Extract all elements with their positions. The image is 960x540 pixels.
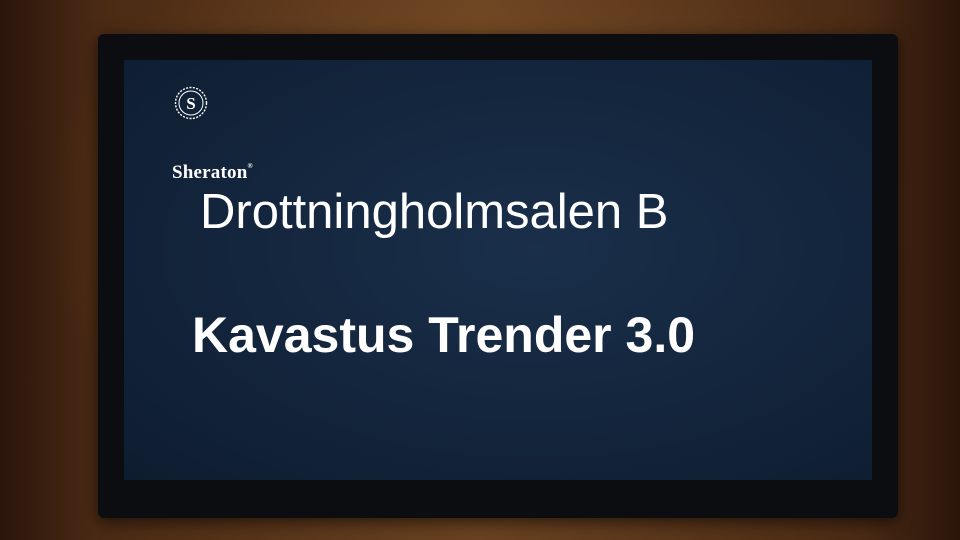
digital-signage-screen: S Sheraton® Drottningholmsalen B Kavastu… (124, 60, 872, 480)
brand-name: Sheraton® (172, 162, 253, 183)
room-name: Drottningholmsalen B (200, 185, 669, 239)
emblem-letter: S (186, 94, 195, 113)
event-name: Kavastus Trender 3.0 (192, 307, 696, 363)
sheraton-emblem-icon: S (174, 86, 208, 120)
